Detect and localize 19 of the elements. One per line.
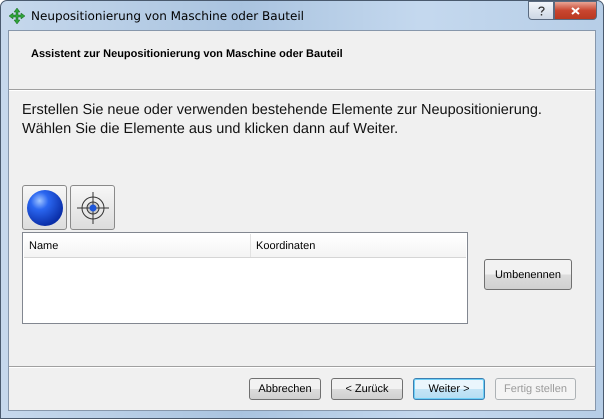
instruction-text: Erstellen Sie neue oder verwenden bestehende Elemente zur Neupositionierung.	[22, 101, 543, 120]
column-header[interactable]: Name	[24, 234, 251, 257]
crosshair-icon	[76, 190, 110, 224]
instruction-text: Wählen Sie die Elemente aus und klicken dann auf Weiter.	[22, 120, 400, 139]
close-icon	[571, 6, 580, 14]
column-header[interactable]: Koordinaten	[251, 234, 316, 257]
tool-button[interactable]	[70, 185, 115, 230]
tool-button[interactable]	[22, 185, 67, 230]
question-mark-icon	[538, 6, 544, 16]
sphere-icon	[26, 188, 64, 226]
help-button[interactable]	[528, 1, 554, 20]
move-arrows-icon	[9, 8, 25, 24]
wizard-button[interactable]: < Zurück	[331, 378, 404, 400]
window-title: Neupositionierung von Maschine oder Bauteil	[31, 8, 304, 22]
wizard-button[interactable]: Weiter >	[413, 378, 486, 400]
wizard-title: Assistent zur Neupositionierung von Maschine oder Bauteil	[31, 48, 343, 60]
wizard-button[interactable]: Abbrechen	[249, 378, 322, 400]
rename-button[interactable]: Umbenennen	[484, 259, 572, 290]
close-button[interactable]	[554, 1, 597, 20]
